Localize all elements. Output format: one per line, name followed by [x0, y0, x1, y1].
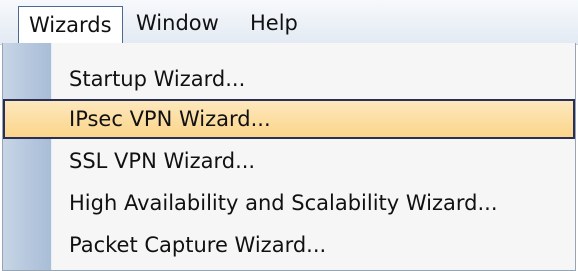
menu-item-label: Packet Capture Wizard... [69, 233, 327, 257]
menu-item-high-availability-wizard[interactable]: High Availability and Scalability Wizard… [3, 183, 575, 223]
menu-window[interactable]: Window [126, 7, 229, 39]
wizards-dropdown-menu: Startup Wizard... IPsec VPN Wizard... SS… [2, 43, 576, 271]
menu-help[interactable]: Help [240, 7, 308, 39]
menu-item-ssl-vpn-wizard[interactable]: SSL VPN Wizard... [3, 141, 575, 181]
menu-item-label: SSL VPN Wizard... [69, 149, 256, 173]
menu-bar: Wizards Window Help [0, 0, 578, 45]
menu-item-packet-capture-wizard[interactable]: Packet Capture Wizard... [3, 225, 575, 265]
menu-item-label: IPsec VPN Wizard... [69, 107, 271, 131]
menu-item-startup-wizard[interactable]: Startup Wizard... [3, 59, 575, 99]
application-window: Wizards Window Help Startup Wizard... IP… [0, 0, 578, 271]
menu-wizards[interactable]: Wizards [18, 6, 123, 44]
menu-item-ipsec-vpn-wizard[interactable]: IPsec VPN Wizard... [3, 99, 575, 139]
menu-item-label: High Availability and Scalability Wizard… [69, 191, 498, 215]
menu-item-label: Startup Wizard... [69, 67, 246, 91]
